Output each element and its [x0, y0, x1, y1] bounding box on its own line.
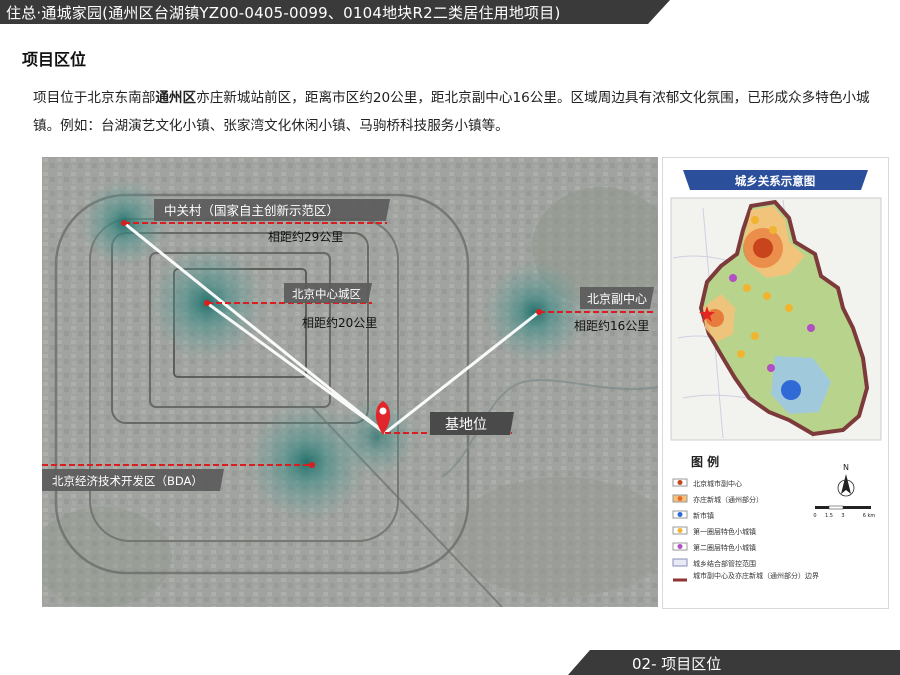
site-label: 基地位	[430, 412, 514, 435]
legend-item-label: 城乡结合部管控范围	[693, 559, 756, 568]
location-map-canvas: 中关村（国家自主创新示范区） 相距约29公里 北京中心城区 相距约20公里 北京…	[42, 157, 658, 607]
legend-item-label: 第一圈层特色小城镇	[693, 527, 756, 536]
scale-tick: 0	[813, 513, 816, 519]
core-label: 北京中心城区	[284, 283, 372, 303]
inset-canvas: 城乡关系示意图 图 例 北京城市副中心 亦庄新城（通州部分） 新市镇 第一圈层特…	[670, 170, 882, 582]
legend-item: 第二圈层特色小城镇	[672, 542, 756, 552]
legend-item: 亦庄新城（通州部分）	[672, 494, 763, 504]
dist-sub-label: 相距约16公里	[574, 318, 649, 333]
legend-title: 图 例	[691, 454, 719, 469]
subcenter-label-text: 北京副中心	[587, 291, 647, 306]
zgc-label: 中关村（国家自主创新示范区）	[154, 199, 390, 221]
intro-paragraph: 项目位于北京东南部通州区亦庄新城站前区，距离市区约20公里，距北京副中心16公里…	[33, 84, 888, 140]
legend-item: 城乡结合部管控范围	[672, 558, 756, 568]
site-label-text: 基地位	[445, 416, 487, 433]
legend-item-label: 第二圈层特色小城镇	[693, 543, 756, 552]
legend-item: 北京城市副中心	[672, 478, 742, 488]
scale-tick: 3	[841, 513, 844, 519]
core-label-text: 北京中心城区	[292, 287, 361, 301]
legend-item: 城市副中心及亦庄新城（通州部分）边界	[673, 571, 819, 582]
top-title-banner: 住总·通城家园(通州区台湖镇YZ00-0405-0099、0104地块R2二类居…	[0, 0, 670, 24]
intro-bold-district: 通州区	[155, 90, 197, 106]
inset-title: 城乡关系示意图	[735, 174, 816, 188]
legend-list: 北京城市副中心 亦庄新城（通州部分） 新市镇 第一圈层特色小城镇 第二圈层特色小…	[672, 478, 819, 582]
footer-label: 02- 项目区位	[632, 655, 722, 673]
inset-title-ribbon: 城乡关系示意图	[683, 170, 868, 190]
footer-banner	[0, 650, 900, 675]
legend-item-label: 城市副中心及亦庄新城（通州部分）边界	[693, 571, 819, 580]
legend-item-label: 亦庄新城（通州部分）	[693, 495, 763, 504]
urban-rural-inset: 城乡关系示意图 图 例 北京城市副中心 亦庄新城（通州部分） 新市镇 第一圈层特…	[662, 157, 889, 609]
location-map: 中关村（国家自主创新示范区） 相距约29公里 北京中心城区 相距约20公里 北京…	[42, 157, 658, 607]
north-arrow-icon: N	[837, 463, 855, 497]
legend-item: 新市镇	[672, 510, 714, 520]
legend-item: 第一圈层特色小城镇	[672, 526, 756, 536]
section-heading: 项目区位	[22, 50, 87, 69]
scale-tick: 6 km	[863, 513, 876, 519]
scale-tick: 1.5	[825, 513, 833, 519]
footer-banner-shape	[568, 650, 900, 675]
north-label: N	[843, 463, 849, 472]
legend-item-label: 北京城市副中心	[693, 479, 742, 488]
scale-bar: 0 1.5 3 6 km	[813, 505, 876, 519]
intro-text-1: 项目位于北京东南部	[33, 90, 156, 106]
page-title: 住总·通城家园(通州区台湖镇YZ00-0405-0099、0104地块R2二类居…	[6, 4, 561, 22]
legend-item-label: 新市镇	[693, 511, 714, 520]
dist-zgc-label: 相距约29公里	[268, 229, 343, 244]
dist-core-label: 相距约20公里	[302, 315, 377, 330]
bda-label-text: 北京经济技术开发区（BDA）	[52, 474, 203, 488]
subcenter-label: 北京副中心	[580, 287, 654, 309]
bda-label: 北京经济技术开发区（BDA）	[42, 469, 224, 491]
zgc-label-text: 中关村（国家自主创新示范区）	[164, 203, 339, 218]
